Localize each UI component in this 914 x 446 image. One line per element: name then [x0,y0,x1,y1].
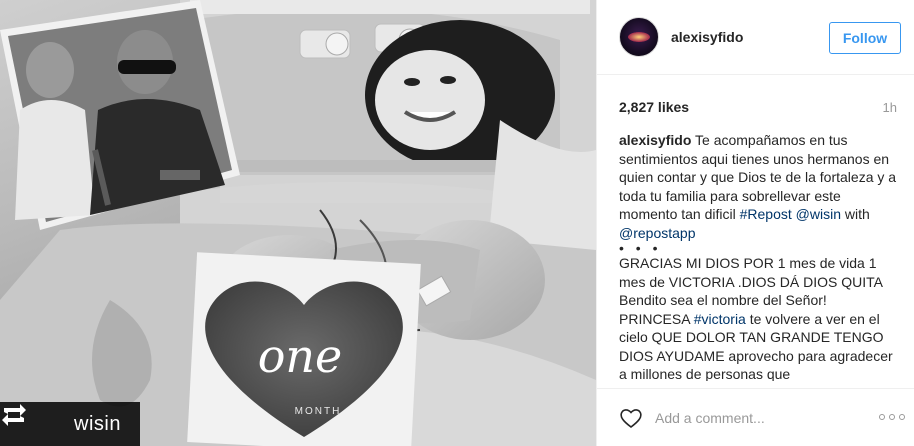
caption-area: alexisyfido Te acompañamos en tus sentim… [619,131,899,381]
repost-icon [2,404,40,439]
likes-count[interactable]: 2,827 likes [619,99,689,115]
comment-bar [597,388,914,446]
hashtag-repost[interactable]: #Repost [740,206,792,222]
follow-button[interactable]: Follow [829,22,901,54]
instagram-post: one MONTH wisin alexisyfido Follow 2,827… [0,0,914,446]
caption-username[interactable]: alexisyfido [619,132,691,148]
mention-repostapp[interactable]: @repostapp [619,225,695,241]
mention-wisin[interactable]: @wisin [796,206,841,222]
post-timestamp[interactable]: 1h [883,100,897,115]
avatar[interactable] [619,17,659,57]
heart-text: one [258,329,343,383]
post-side-panel: alexisyfido Follow 2,827 likes 1h alexis… [596,0,914,446]
more-options-icon[interactable] [879,411,905,423]
caption-first-paragraph: alexisyfido Te acompañamos en tus sentim… [619,131,899,242]
caption-dots: • • • [619,240,662,256]
photo-illustration: one MONTH [0,0,596,446]
heart-subtext: MONTH [295,406,342,417]
post-meta: 2,827 likes 1h [619,97,897,117]
repost-username: wisin [74,412,121,435]
one-month-heart: one MONTH [187,252,421,446]
repost-badge: wisin [0,402,140,446]
hashtag-victoria[interactable]: #victoria [694,311,746,327]
caption-with-text: with [841,206,870,222]
caption-second-paragraph: GRACIAS MI DIOS POR 1 mes de vida 1 mes … [619,254,899,381]
header-username[interactable]: alexisyfido [671,29,743,45]
post-photo[interactable]: one MONTH wisin [0,0,596,446]
caption: alexisyfido Te acompañamos en tus sentim… [619,131,899,381]
heart-icon[interactable] [619,407,643,429]
post-header: alexisyfido Follow [597,0,914,75]
comment-input[interactable] [655,409,855,426]
